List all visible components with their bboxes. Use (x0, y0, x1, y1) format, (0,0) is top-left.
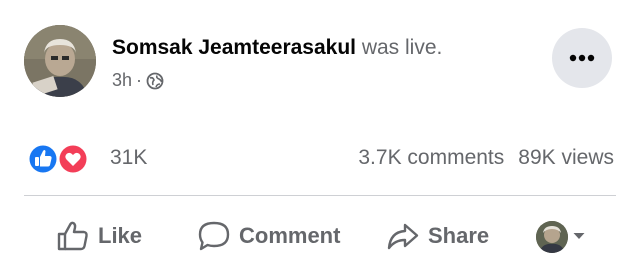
comment-bubble-icon (197, 220, 231, 252)
post-timestamp[interactable]: 3h (112, 70, 132, 91)
like-label: Like (98, 223, 143, 248)
post-title: Somsak Jeamteerasakul was live. (112, 36, 442, 60)
author-avatar[interactable] (24, 25, 96, 97)
audience-selector[interactable] (536, 221, 586, 253)
share-label: Share (428, 223, 490, 248)
views-count: 89K views (518, 146, 614, 169)
author-name-link[interactable]: Somsak Jeamteerasakul (112, 36, 356, 59)
thumbs-up-icon (56, 220, 90, 252)
reaction-icons[interactable] (26, 142, 96, 176)
live-status-text: was live. (356, 36, 443, 59)
post-meta: 3h · (112, 70, 164, 91)
chevron-down-icon (572, 228, 586, 246)
meta-separator: · (136, 70, 143, 90)
more-horizontal-icon (569, 49, 595, 67)
divider (24, 195, 616, 196)
action-bar: Like Comment Share (0, 205, 640, 269)
comments-count[interactable]: 3.7K comments (358, 146, 504, 170)
share-button[interactable]: Share (386, 213, 489, 259)
share-arrow-icon (386, 220, 420, 252)
reactions-bar: 31K 3.7K comments 89K views (0, 132, 640, 184)
like-button[interactable]: Like (56, 213, 142, 259)
user-avatar (536, 221, 568, 253)
like-reaction-icon (27, 143, 59, 175)
more-options-button[interactable] (552, 28, 612, 88)
reaction-count[interactable]: 31K (110, 146, 147, 170)
love-reaction-icon (57, 143, 89, 175)
comment-label: Comment (239, 223, 341, 248)
comment-button[interactable]: Comment (197, 213, 340, 259)
post-header: Somsak Jeamteerasakul was live. 3h · (0, 0, 640, 110)
engagement-stats: 3.7K comments 89K views (358, 146, 614, 170)
globe-icon[interactable] (146, 72, 164, 90)
